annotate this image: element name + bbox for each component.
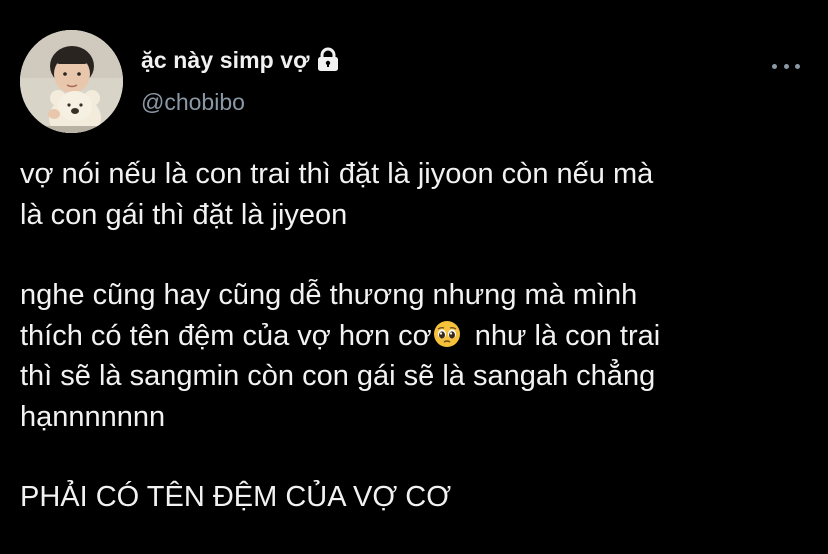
text-line: PHẢI CÓ TÊN ĐỆM CỦA VỢ CƠ bbox=[20, 481, 452, 513]
more-options-button[interactable] bbox=[772, 56, 800, 76]
text-line: nghe cũng hay cũng dễ thương nhưng mà mì… bbox=[20, 279, 638, 311]
text-line: thì sẽ là sangmin còn con gái sẽ là sang… bbox=[20, 360, 656, 392]
tweet-paragraph-1: vợ nói nếu là con trai thì đặt là jiyoon… bbox=[20, 154, 810, 235]
text-line: là con gái thì đặt là jiyeon bbox=[20, 198, 348, 231]
tweet-text: vợ nói nếu là con trai thì đặt là jiyoon… bbox=[20, 154, 810, 518]
user-handle[interactable]: @chobibo bbox=[141, 89, 245, 116]
tweet-paragraph-2: nghe cũng hay cũng dễ thương nhưng mà mì… bbox=[20, 275, 810, 437]
avatar[interactable] bbox=[20, 30, 123, 133]
text-line: hạnnnnnnn bbox=[20, 400, 166, 433]
pleading-face-icon bbox=[433, 319, 461, 347]
tweet-header: ặc này simp vợ @chobibo bbox=[20, 30, 808, 140]
tweet-card: ặc này simp vợ @chobibo vợ nói nếu là co… bbox=[0, 0, 828, 554]
lock-icon bbox=[316, 47, 340, 73]
display-name[interactable]: ặc này simp vợ bbox=[141, 47, 310, 74]
more-horizontal-icon-dot bbox=[783, 63, 789, 69]
text-line: như là con trai bbox=[466, 319, 661, 352]
text-line: thích có tên đệm của vợ hơn cơ bbox=[20, 319, 432, 352]
tweet-paragraph-3: PHẢI CÓ TÊN ĐỆM CỦA VỢ CƠ bbox=[20, 477, 810, 518]
more-horizontal-icon-dot bbox=[772, 63, 777, 69]
avatar-photo-icon bbox=[20, 30, 123, 133]
text-line: vợ nói nếu là con trai thì đặt là jiyoon… bbox=[20, 158, 654, 190]
display-name-row[interactable]: ặc này simp vợ bbox=[141, 45, 340, 75]
more-horizontal-icon-dot bbox=[795, 63, 800, 69]
